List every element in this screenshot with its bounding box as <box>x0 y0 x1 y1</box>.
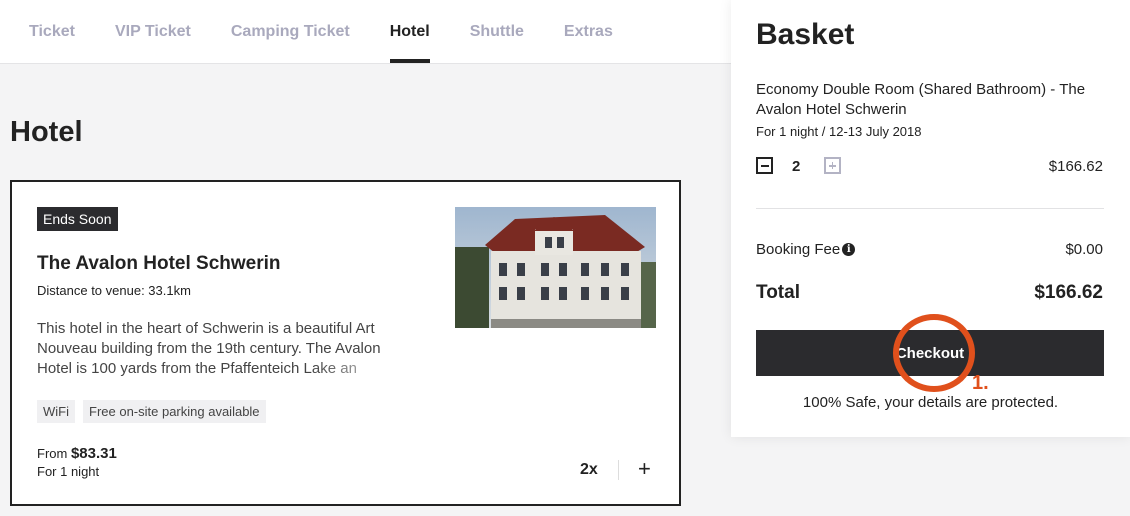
quantity-divider <box>618 460 619 480</box>
checkout-button[interactable]: Checkout <box>756 330 1104 376</box>
booking-fee-label: Booking Fee i <box>756 241 856 258</box>
tab-shuttle[interactable]: Shuttle <box>470 0 524 63</box>
basket-item-price: $166.62 <box>1048 158 1103 175</box>
tab-extras[interactable]: Extras <box>564 0 613 63</box>
booking-fee-value: $0.00 <box>1065 241 1103 258</box>
hotel-photo <box>455 207 656 328</box>
decrease-quantity-button[interactable] <box>756 157 773 174</box>
basket-title: Basket <box>756 18 855 51</box>
tab-vip-ticket[interactable]: VIP Ticket <box>115 0 191 63</box>
amenity-tags: WiFi Free on-site parking available <box>37 400 266 423</box>
booking-fee-text: Booking Fee <box>756 241 841 258</box>
price-nights: For 1 night <box>37 464 100 479</box>
increase-quantity-button[interactable] <box>824 157 841 174</box>
security-note: 100% Safe, your details are protected. <box>802 394 1059 411</box>
tab-ticket[interactable]: Ticket <box>29 0 75 63</box>
hotel-name: The Avalon Hotel Schwerin <box>37 253 281 274</box>
total-label: Total <box>756 282 800 303</box>
basket-item-date: For 1 night / 12-13 July 2018 <box>756 124 922 139</box>
hotel-distance: Distance to venue: 33.1km <box>37 283 191 298</box>
ends-soon-badge: Ends Soon <box>37 207 118 231</box>
tab-hotel[interactable]: Hotel <box>389 0 430 63</box>
ticket-type-tabs: Ticket VIP Ticket Camping Ticket Hotel S… <box>0 0 731 64</box>
basket-panel: Basket Economy Double Room (Shared Bathr… <box>731 0 1130 437</box>
add-room-plus-icon[interactable]: + <box>638 456 651 482</box>
info-icon[interactable]: i <box>842 243 856 256</box>
tab-camping-ticket[interactable]: Camping Ticket <box>231 0 350 63</box>
description-fade <box>312 359 412 381</box>
amenity-tag: Free on-site parking available <box>83 400 266 423</box>
hotel-price: From $83.31 <box>37 445 117 462</box>
hotel-quantity: 2x <box>580 461 598 478</box>
page-title: Hotel <box>10 116 83 148</box>
hotel-building-image <box>455 207 656 328</box>
amenity-tag: WiFi <box>37 400 75 423</box>
total-value: $166.62 <box>1034 282 1103 303</box>
basket-item-quantity: 2 <box>792 158 801 175</box>
hotel-card[interactable]: Ends Soon The Avalon Hotel Schwerin Dist… <box>10 180 681 506</box>
annotation-step-number: 1. <box>972 372 989 394</box>
basket-divider <box>756 208 1104 209</box>
price-prefix: From <box>37 446 71 461</box>
price-value: $83.31 <box>70 445 117 462</box>
basket-item-name: Economy Double Room (Shared Bathroom) - … <box>756 81 1086 118</box>
